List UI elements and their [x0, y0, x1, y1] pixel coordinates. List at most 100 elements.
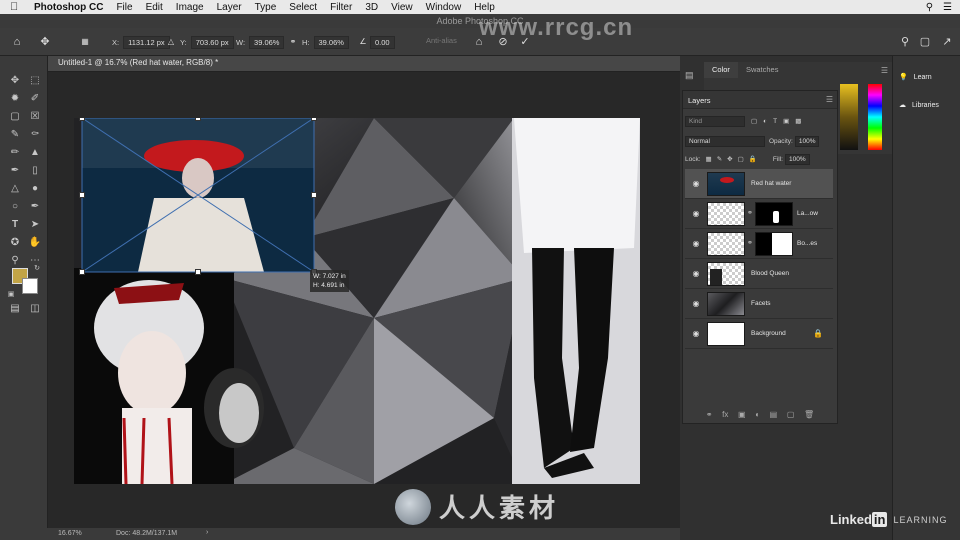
filter-type-icon[interactable]: T	[773, 118, 777, 125]
height-field[interactable]: H: 39.06%	[302, 36, 349, 49]
new-group-icon[interactable]: ▤	[770, 410, 778, 419]
blur-tool-icon[interactable]: ●	[28, 182, 42, 196]
layer-mask-thumbnail[interactable]	[755, 232, 793, 256]
layer-row-facets[interactable]: ◉ Facets	[685, 289, 833, 319]
visibility-eye-icon[interactable]: ◉	[691, 269, 701, 279]
layer-name[interactable]: Facets	[751, 300, 771, 307]
layer-name[interactable]: Background	[751, 330, 786, 337]
notification-list-icon[interactable]: ☰	[943, 2, 952, 13]
pen-tool-icon[interactable]: ✒	[28, 200, 42, 214]
color-panel-menu-icon[interactable]: ☰	[881, 66, 888, 75]
transform-handle-bl[interactable]	[79, 269, 85, 275]
type-tool-icon[interactable]: T	[8, 218, 22, 232]
menu-help[interactable]: Help	[474, 2, 495, 13]
dodge-tool-icon[interactable]: ○	[8, 200, 22, 214]
x-field[interactable]: X: 1131.12 px	[112, 36, 170, 49]
layer-style-icon[interactable]: fx	[722, 410, 728, 419]
menu-filter[interactable]: Filter	[330, 2, 352, 13]
zoom-level[interactable]: 16.67%	[58, 530, 82, 537]
menu-window[interactable]: Window	[426, 2, 462, 13]
add-mask-icon[interactable]: ▣	[738, 410, 746, 419]
layer-row-bo-es[interactable]: ◉ ⚭ Bo...es	[685, 229, 833, 259]
libraries-button[interactable]: ☁ Libraries	[899, 96, 939, 114]
quick-mask-icon[interactable]: ▤	[8, 302, 22, 316]
quick-select-tool-icon[interactable]: ✐	[28, 92, 42, 106]
healing-brush-tool-icon[interactable]: ⚰	[28, 128, 42, 142]
shape-tool-icon[interactable]: ✪	[8, 236, 22, 250]
spotlight-search-icon[interactable]: ⚲	[926, 2, 933, 13]
mask-link-icon[interactable]: ⚭	[747, 209, 753, 217]
reference-point-icon[interactable]: ▦	[78, 35, 92, 49]
rotate-angle-icon[interactable]: ∠	[356, 35, 370, 49]
default-colors-icon[interactable]: ▣	[4, 288, 18, 302]
paint-bucket-tool-icon[interactable]: △	[8, 182, 22, 196]
learn-button[interactable]: 💡 Learn	[899, 68, 932, 86]
layer-name[interactable]: Red hat water	[751, 180, 791, 187]
transform-handle-tr[interactable]	[311, 118, 317, 121]
layer-filter-kind[interactable]: Kind	[685, 115, 745, 127]
new-layer-icon[interactable]: ▢	[787, 410, 795, 419]
menu-file[interactable]: File	[116, 2, 132, 13]
menu-edit[interactable]: Edit	[146, 2, 163, 13]
link-proportions-icon[interactable]: ⚭	[286, 35, 300, 49]
fill-input[interactable]: 100%	[784, 153, 810, 165]
menu-3d[interactable]: 3D	[365, 2, 378, 13]
visibility-eye-icon[interactable]: ◉	[691, 299, 701, 309]
menu-app-name[interactable]: Photoshop CC	[34, 2, 103, 13]
filter-shape-icon[interactable]: ▣	[783, 117, 789, 125]
layers-panel-menu-icon[interactable]: ☰	[826, 95, 833, 104]
swap-colors-icon[interactable]: ↻	[30, 262, 44, 276]
path-selection-tool-icon[interactable]: ➤	[28, 218, 42, 232]
document-canvas[interactable]: W: 7.027 in H: 4.691 in	[74, 118, 640, 484]
status-menu-arrow[interactable]: ›	[206, 529, 208, 536]
adjustment-layer-icon[interactable]: ◐	[755, 410, 760, 419]
lasso-tool-icon[interactable]: ✹	[8, 92, 22, 106]
filter-adjustment-icon[interactable]: ◐	[763, 118, 767, 125]
tab-layers[interactable]: Layers	[688, 96, 711, 105]
layer-name[interactable]: Bo...es	[797, 240, 817, 247]
filter-pixel-icon[interactable]: ▢	[751, 117, 757, 125]
home-icon[interactable]: ⌂	[10, 35, 24, 49]
lock-transparent-icon[interactable]: ▦	[706, 155, 712, 163]
background-color-swatch[interactable]	[22, 278, 38, 294]
visibility-eye-icon[interactable]: ◉	[691, 329, 701, 339]
layer-lock-icon[interactable]: 🔒	[813, 329, 823, 338]
document-tab[interactable]: Untitled-1 @ 16.7% (Red hat water, RGB/8…	[58, 58, 218, 67]
transform-handle-tm[interactable]	[195, 118, 201, 121]
move-tool-preset-icon[interactable]: ✥	[38, 35, 52, 49]
transform-handle-tl[interactable]	[79, 118, 85, 121]
share-icon[interactable]: ↗	[940, 35, 954, 49]
move-tool-icon[interactable]: ✥	[8, 74, 22, 88]
layer-row-background[interactable]: ◉ Background 🔒	[685, 319, 833, 349]
relative-position-icon[interactable]: △	[164, 35, 178, 49]
apple-menu-icon[interactable]: 	[10, 1, 24, 13]
screen-mode-icon[interactable]: ◫	[28, 302, 42, 316]
workspace-icon[interactable]: ▢	[918, 35, 932, 49]
layer-row-blood-queen[interactable]: ◉ Blood Queen	[685, 259, 833, 289]
brush-tool-icon[interactable]: ✏	[8, 146, 22, 160]
hue-slider[interactable]	[868, 84, 882, 150]
layer-row-red-hat-water[interactable]: ◉ Red hat water	[685, 169, 833, 199]
eraser-tool-icon[interactable]: ▯	[28, 164, 42, 178]
width-field[interactable]: W: 39.06%	[236, 36, 285, 49]
visibility-eye-icon[interactable]: ◉	[691, 209, 701, 219]
tab-swatches[interactable]: Swatches	[738, 62, 787, 78]
lock-position-icon[interactable]: ✥	[727, 155, 732, 163]
layer-name[interactable]: La...ow	[797, 210, 818, 217]
canvas-area[interactable]: W: 7.027 in H: 4.691 in	[48, 72, 680, 528]
blend-mode-select[interactable]: Normal	[685, 135, 765, 147]
menu-image[interactable]: Image	[176, 2, 204, 13]
lock-artboard-icon[interactable]: ▢	[738, 155, 744, 163]
crop-tool-icon[interactable]: ▢	[8, 110, 22, 124]
menu-view[interactable]: View	[391, 2, 413, 13]
transform-handle-ml[interactable]	[79, 192, 85, 198]
clone-stamp-tool-icon[interactable]: ▲	[28, 146, 42, 160]
mask-link-icon[interactable]: ⚭	[747, 239, 753, 247]
menu-select[interactable]: Select	[289, 2, 317, 13]
layer-mask-thumbnail[interactable]	[755, 202, 793, 226]
transform-handle-bm[interactable]	[195, 269, 201, 275]
link-layers-icon[interactable]: ⚭	[706, 410, 713, 419]
visibility-eye-icon[interactable]: ◉	[691, 179, 701, 189]
menu-layer[interactable]: Layer	[217, 2, 242, 13]
layer-name[interactable]: Blood Queen	[751, 270, 789, 277]
